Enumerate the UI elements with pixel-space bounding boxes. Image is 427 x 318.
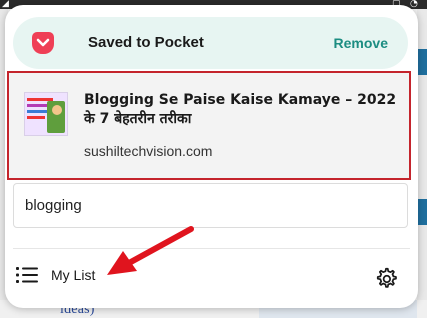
- saved-title: Saved to Pocket: [88, 34, 204, 51]
- remove-button[interactable]: Remove: [334, 17, 388, 69]
- annotation-arrow: [107, 226, 194, 275]
- page-accent-band: [417, 199, 427, 225]
- pocket-popup: Saved to Pocket Remove Blogging Se Paise…: [5, 5, 418, 308]
- my-list-link[interactable]: My List: [15, 260, 95, 290]
- page-background-right: [417, 9, 427, 318]
- article-title[interactable]: Blogging Se Paise Kaise Kamaye – 2022 के…: [84, 91, 402, 129]
- toolbar-glyph: ◔: [410, 0, 418, 9]
- article-thumbnail: [24, 92, 68, 136]
- footer-divider: [13, 248, 410, 249]
- toolbar-glyph: ◢: [2, 0, 9, 9]
- gear-icon[interactable]: [373, 266, 399, 292]
- list-icon: [16, 267, 38, 283]
- saved-banner: Saved to Pocket Remove: [13, 17, 408, 69]
- page-accent-band: [417, 49, 427, 75]
- article-domain: sushiltechvision.com: [84, 143, 213, 159]
- tags-input[interactable]: [13, 183, 408, 228]
- saved-article-card[interactable]: Blogging Se Paise Kaise Kamaye – 2022 के…: [7, 71, 411, 180]
- pocket-icon: [32, 32, 54, 54]
- my-list-label: My List: [51, 267, 96, 283]
